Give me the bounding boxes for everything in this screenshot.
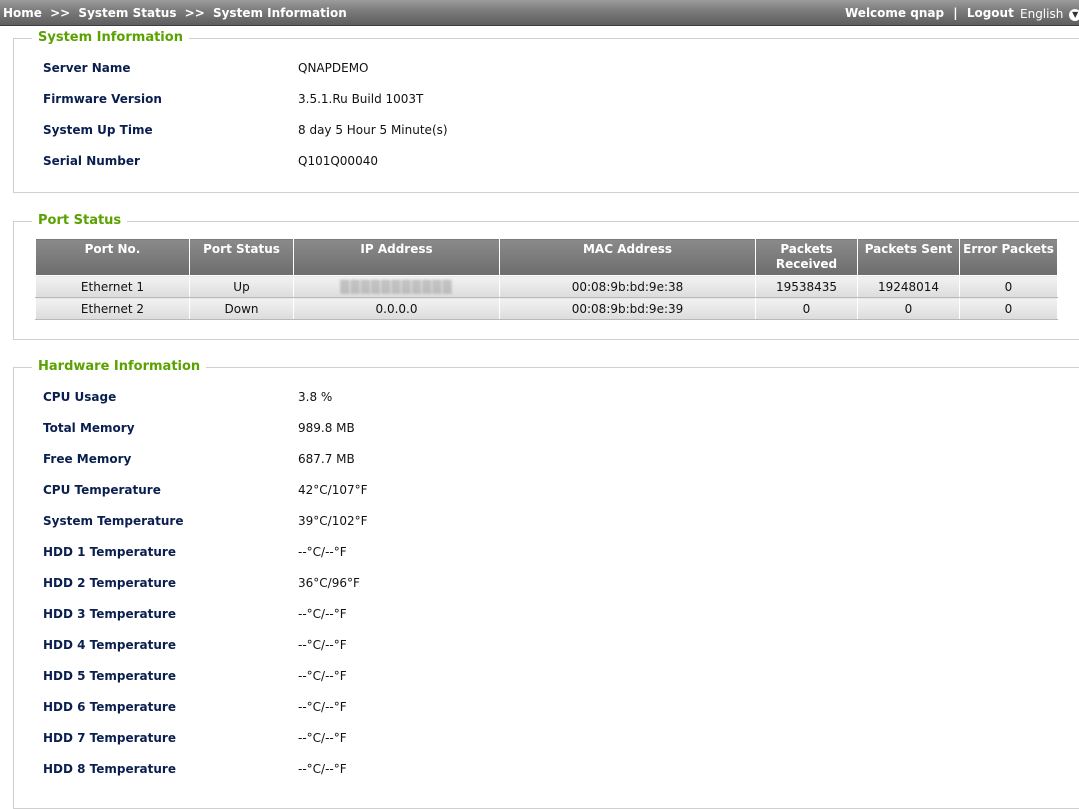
table-row: Ethernet 2 Down 0.0.0.0 00:08:9b:bd:9e:3… <box>35 297 1058 320</box>
table-cell: Down <box>189 297 294 320</box>
column-header: Packets Sent <box>857 238 960 276</box>
table-cell: 0 <box>755 297 858 320</box>
info-value: 3.8 % <box>298 390 333 404</box>
port-status-section: Port Status Port No. Port Status IP Addr… <box>13 212 1079 340</box>
redacted-ip: ▒▒▒▒▒▒▒▒▒▒▒ <box>340 279 453 294</box>
info-label: HDD 7 Temperature <box>43 731 176 745</box>
info-value: --°C/--°F <box>298 762 347 776</box>
table-cell: Up <box>189 275 294 298</box>
info-label: HDD 4 Temperature <box>43 638 176 652</box>
info-label: HDD 3 Temperature <box>43 607 176 621</box>
info-label: HDD 8 Temperature <box>43 762 176 776</box>
table-cell: 0 <box>857 297 960 320</box>
logout-link[interactable]: Logout <box>967 6 1014 20</box>
section-legend: System Information <box>32 29 189 47</box>
column-header: MAC Address <box>499 238 756 276</box>
system-information-section: System Information Server Name QNAPDEMO Fi… <box>13 29 1079 193</box>
column-header: Port Status <box>189 238 294 276</box>
info-value: 42°C/107°F <box>298 483 368 497</box>
info-label: System Temperature <box>43 514 184 528</box>
info-value: 36°C/96°F <box>298 576 360 590</box>
column-header: Packets Received <box>755 238 858 276</box>
info-label: HDD 5 Temperature <box>43 669 176 683</box>
table-cell: 0 <box>959 275 1058 298</box>
section-legend: Hardware Information <box>32 358 207 376</box>
column-header: Error Packets <box>959 238 1058 276</box>
table-row: Ethernet 1 Up ▒▒▒▒▒▒▒▒▒▒▒ 00:08:9b:bd:9e… <box>35 275 1058 298</box>
table-cell: 00:08:9b:bd:9e:38 <box>499 275 756 298</box>
info-value: --°C/--°F <box>298 545 347 559</box>
info-value: --°C/--°F <box>298 669 347 683</box>
info-label: CPU Temperature <box>43 483 161 497</box>
info-value: QNAPDEMO <box>298 61 369 75</box>
info-label: Serial Number <box>43 154 140 168</box>
info-label: Server Name <box>43 61 131 75</box>
column-header: Port No. <box>35 238 190 276</box>
info-label: HDD 1 Temperature <box>43 545 176 559</box>
top-bar: Home >> System Status >> System Informat… <box>0 0 1079 26</box>
info-value: --°C/--°F <box>298 607 347 621</box>
header-divider: | <box>953 6 958 20</box>
info-value: --°C/--°F <box>298 700 347 714</box>
breadcrumb-current: System Information <box>212 6 347 20</box>
info-value: 687.7 MB <box>298 452 355 466</box>
breadcrumb-separator: >> <box>50 6 71 20</box>
info-label: Total Memory <box>43 421 135 435</box>
column-header: IP Address <box>293 238 500 276</box>
breadcrumb-home-link[interactable]: Home <box>3 6 42 20</box>
info-label: HDD 6 Temperature <box>43 700 176 714</box>
language-selector[interactable]: English ▼ <box>1020 7 1079 21</box>
info-label: Firmware Version <box>43 92 162 106</box>
table-cell: 19248014 <box>857 275 960 298</box>
welcome-text: Welcome qnap <box>845 6 945 20</box>
table-cell-ip-redacted: ▒▒▒▒▒▒▒▒▒▒▒ <box>293 275 500 298</box>
info-value: 39°C/102°F <box>298 514 368 528</box>
info-label: System Up Time <box>43 123 153 137</box>
table-cell: 0 <box>959 297 1058 320</box>
info-value: --°C/--°F <box>298 731 347 745</box>
breadcrumb: Home >> System Status >> System Informat… <box>3 6 347 20</box>
info-label: Free Memory <box>43 452 132 466</box>
hardware-information-section: Hardware Information CPU Usage 3.8 % Total… <box>13 358 1079 809</box>
table-cell: 0.0.0.0 <box>293 297 500 320</box>
info-value: 989.8 MB <box>298 421 355 435</box>
table-cell: Ethernet 1 <box>35 275 190 298</box>
info-label: CPU Usage <box>43 390 117 404</box>
table-cell: Ethernet 2 <box>35 297 190 320</box>
port-status-table: Port No. Port Status IP Address MAC Addr… <box>35 238 1058 320</box>
info-label: HDD 2 Temperature <box>43 576 176 590</box>
breadcrumb-system-status-link[interactable]: System Status <box>78 6 176 20</box>
info-value: 3.5.1.Ru Build 1003T <box>298 92 424 106</box>
info-value: 8 day 5 Hour 5 Minute(s) <box>298 123 448 137</box>
table-header-row: Port No. Port Status IP Address MAC Addr… <box>35 238 1058 276</box>
user-area: Welcome qnap | Logout <box>845 6 1014 20</box>
section-legend: Port Status <box>32 212 128 230</box>
table-cell: 19538435 <box>755 275 858 298</box>
table-cell: 00:08:9b:bd:9e:39 <box>499 297 756 320</box>
chevron-down-icon: ▼ <box>1069 8 1079 21</box>
breadcrumb-separator: >> <box>184 6 205 20</box>
info-value: Q101Q00040 <box>298 154 378 168</box>
info-value: --°C/--°F <box>298 638 347 652</box>
language-label: English <box>1020 7 1064 21</box>
